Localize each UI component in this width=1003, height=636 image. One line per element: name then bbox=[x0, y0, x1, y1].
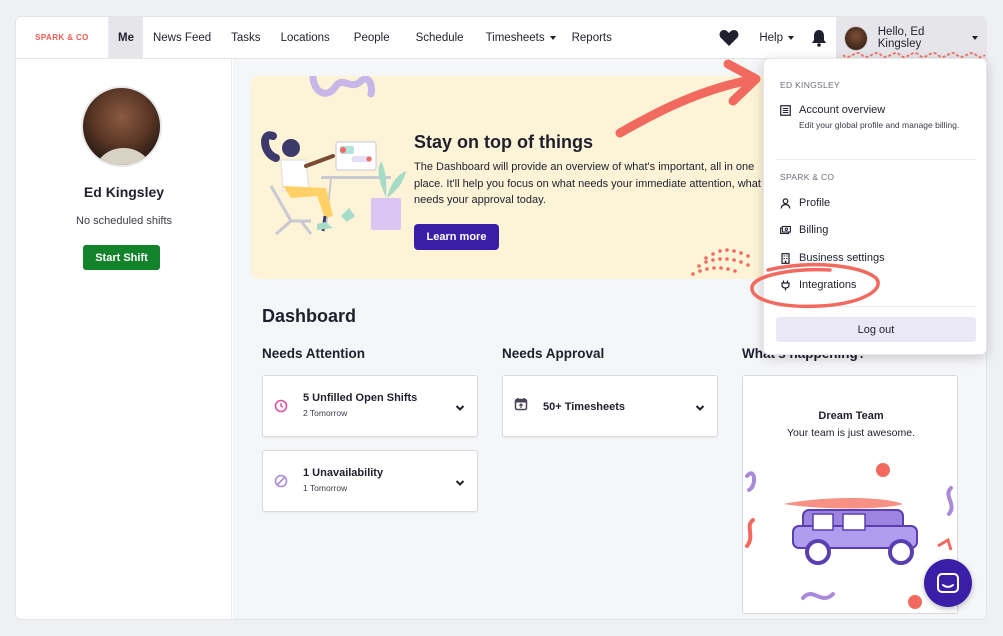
nav-locations[interactable]: Locations bbox=[271, 17, 340, 59]
needs-attention-heading: Needs Attention bbox=[262, 346, 366, 361]
plug-icon bbox=[781, 280, 790, 290]
avatar bbox=[844, 25, 868, 51]
top-nav: SPARK & CO Me News Feed Tasks Locations … bbox=[16, 17, 986, 59]
org-section-label: SPARK & CO bbox=[780, 172, 835, 182]
learn-more-button[interactable]: Learn more bbox=[414, 224, 499, 250]
user-dropdown-menu: ED KINGSLEY Account overview Edit your g… bbox=[763, 58, 987, 355]
user-icon bbox=[780, 197, 791, 209]
nav-me[interactable]: Me bbox=[109, 17, 143, 59]
profile-label: Profile bbox=[799, 197, 831, 209]
user-greeting: Hello, Ed Kingsley bbox=[877, 26, 925, 50]
user-section-label: ED KINGSLEY bbox=[780, 80, 840, 90]
card-title: 5 Unfilled Open Shifts bbox=[303, 392, 418, 404]
nav-schedule[interactable]: Schedule bbox=[404, 17, 476, 59]
logout-button[interactable]: Log out bbox=[776, 317, 976, 342]
avatar-shirt bbox=[93, 148, 154, 165]
shift-status: No scheduled shifts bbox=[76, 215, 172, 227]
nav-tasks[interactable]: Tasks bbox=[221, 17, 270, 59]
chevron-down-icon[interactable] bbox=[455, 403, 465, 413]
billing-label: Billing bbox=[799, 224, 829, 236]
business-settings-item[interactable]: Business settings bbox=[780, 252, 885, 264]
profile-name: Ed Kingsley bbox=[83, 184, 165, 200]
blocked-icon bbox=[274, 474, 288, 488]
card-title: 1 Unavailability bbox=[303, 467, 384, 479]
chevron-down-icon bbox=[549, 35, 556, 40]
chat-launcher-button[interactable] bbox=[924, 559, 972, 607]
account-overview-description: Edit your global profile and manage bill… bbox=[799, 120, 960, 130]
building-icon bbox=[781, 252, 790, 264]
heart-icon[interactable] bbox=[709, 17, 749, 59]
user-menu[interactable]: Hello, Ed Kingsley bbox=[836, 17, 986, 59]
chevron-down-icon bbox=[788, 36, 794, 40]
banner-title: Stay on top of things bbox=[414, 132, 593, 152]
chevron-down-icon[interactable] bbox=[455, 478, 465, 488]
list-icon bbox=[780, 104, 791, 116]
billing-item[interactable]: Billing bbox=[780, 224, 828, 236]
page-title: Dashboard bbox=[262, 306, 357, 326]
card-subtitle: 1 Tomorrow bbox=[303, 483, 348, 493]
nav-people[interactable]: People bbox=[340, 17, 404, 59]
chat-icon bbox=[937, 573, 959, 593]
business-settings-label: Business settings bbox=[799, 252, 885, 264]
onboarding-banner: Stay on top of things The Dashboard will… bbox=[251, 76, 771, 279]
profile-panel: Ed Kingsley No scheduled shifts Start Sh… bbox=[16, 59, 232, 619]
start-shift-button[interactable]: Start Shift bbox=[83, 245, 160, 270]
account-overview-label: Account overview bbox=[799, 104, 886, 116]
integrations-label: Integrations bbox=[799, 279, 857, 291]
bell-icon[interactable] bbox=[802, 17, 836, 59]
help-label: Help bbox=[759, 32, 783, 44]
card-subtitle: Your team is just awesome. bbox=[786, 427, 915, 439]
divider bbox=[776, 159, 976, 160]
profile-item[interactable]: Profile bbox=[780, 197, 830, 209]
card-subtitle: 2 Tomorrow bbox=[303, 408, 348, 418]
clock-icon bbox=[274, 399, 288, 413]
card-title: Dream Team bbox=[818, 410, 884, 422]
nav-timesheets[interactable]: Timesheets bbox=[476, 17, 564, 59]
nav-timesheets-label: Timesheets bbox=[485, 31, 545, 44]
unfilled-shifts-card[interactable]: 5 Unfilled Open Shifts 2 Tomorrow bbox=[262, 375, 478, 437]
account-overview-item[interactable]: Account overview bbox=[780, 104, 885, 116]
unavailability-card[interactable]: 1 Unavailability 1 Tomorrow bbox=[262, 450, 478, 512]
help-menu[interactable]: Help bbox=[749, 17, 802, 59]
avatar bbox=[81, 86, 162, 167]
card-title: 50+ Timesheets bbox=[543, 401, 626, 413]
money-icon bbox=[780, 225, 791, 234]
integrations-item[interactable]: Integrations bbox=[780, 279, 856, 291]
timesheets-card[interactable]: 50+ Timesheets bbox=[502, 375, 718, 437]
chevron-down-icon bbox=[972, 36, 978, 40]
chevron-down-icon[interactable] bbox=[695, 403, 705, 413]
calendar-icon bbox=[514, 398, 528, 411]
nav-reports[interactable]: Reports bbox=[564, 17, 620, 59]
nav-news-feed[interactable]: News Feed bbox=[143, 17, 221, 59]
needs-approval-heading: Needs Approval bbox=[502, 346, 605, 361]
brand-logo[interactable]: SPARK & CO bbox=[16, 17, 109, 59]
divider bbox=[776, 306, 976, 307]
banner-text: The Dashboard will provide an overview o… bbox=[414, 161, 761, 206]
